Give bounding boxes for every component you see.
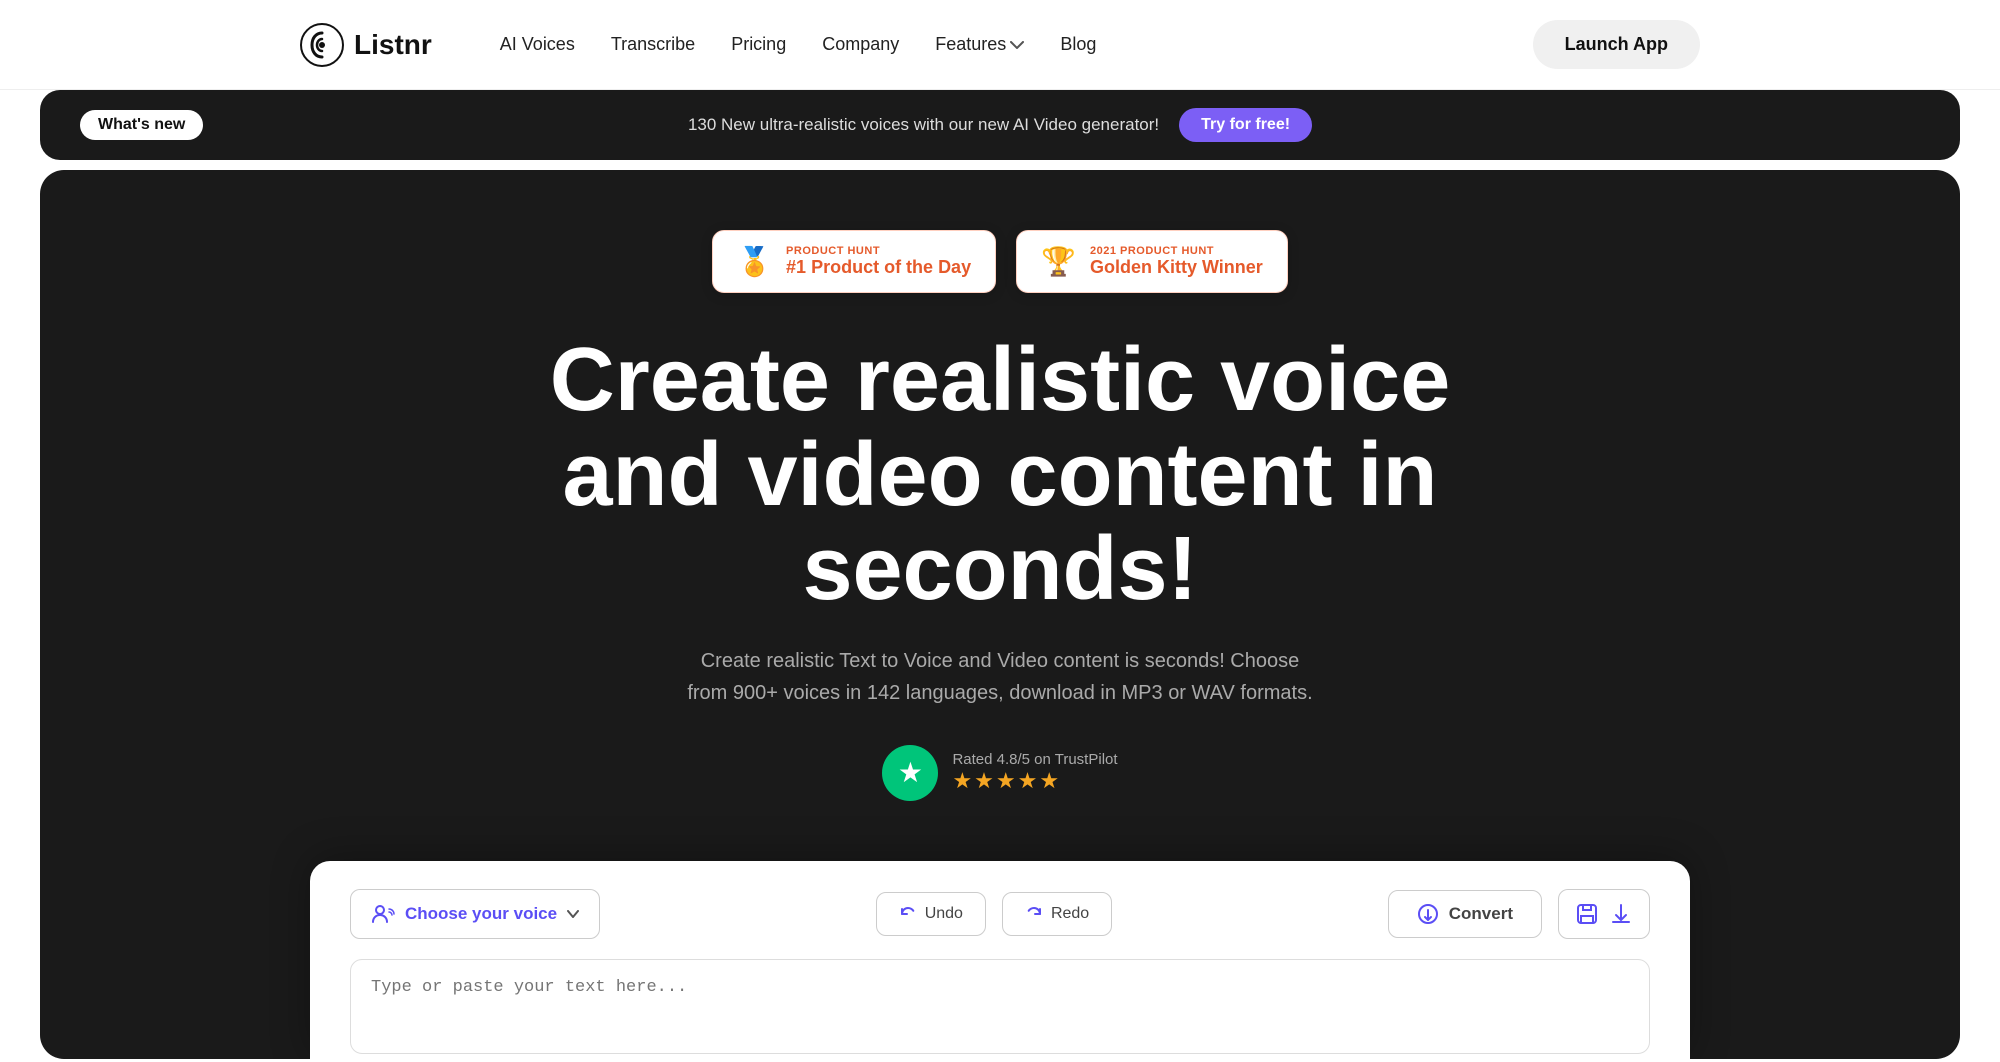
hero-section: 🏅 PRODUCT HUNT #1 Product of the Day 🏆 2… [40,170,1960,1059]
star-rating: ★★★★★ [952,768,1117,794]
award-badges: 🏅 PRODUCT HUNT #1 Product of the Day 🏆 2… [712,230,1288,293]
product-hunt-badge: 🏅 PRODUCT HUNT #1 Product of the Day [712,230,996,293]
hero-subtitle: Create realistic Text to Voice and Video… [680,645,1320,709]
trustpilot-text: Rated 4.8/5 on TrustPilot [952,751,1117,768]
save-button[interactable] [1558,889,1650,939]
trustpilot-logo: ★ [882,745,938,801]
navbar: Listnr AI Voices Transcribe Pricing Comp… [0,0,2000,90]
chevron-down-icon [567,910,579,918]
undo-button[interactable]: Undo [876,892,986,936]
logo-text: Listnr [354,29,432,61]
editor-text-input[interactable] [350,959,1650,1054]
nav-features[interactable]: Features [935,34,1024,55]
convert-label: Convert [1449,904,1513,924]
undo-icon [899,905,917,923]
trustpilot-star-icon: ★ [898,756,923,789]
whats-new-badge[interactable]: What's new [80,110,203,140]
redo-label: Redo [1051,905,1089,923]
logo-icon [300,23,344,67]
golden-kitty-label: 2021 PRODUCT HUNT [1090,245,1263,257]
product-hunt-title: #1 Product of the Day [786,257,971,278]
nav-blog[interactable]: Blog [1060,34,1096,55]
nav-pricing[interactable]: Pricing [731,34,786,55]
download-icon [1609,902,1633,926]
undo-label: Undo [925,905,963,923]
choose-voice-label: Choose your voice [405,904,557,924]
save-icon [1575,902,1599,926]
voice-icon [371,902,395,926]
trustpilot-info: Rated 4.8/5 on TrustPilot ★★★★★ [952,751,1117,794]
nav-ai-voices[interactable]: AI Voices [500,34,575,55]
redo-button[interactable]: Redo [1002,892,1112,936]
nav-links: AI Voices Transcribe Pricing Company Fea… [500,34,1097,55]
choose-voice-button[interactable]: Choose your voice [350,889,600,939]
product-hunt-label: PRODUCT HUNT [786,245,971,257]
nav-transcribe[interactable]: Transcribe [611,34,695,55]
nav-right: Launch App [1533,20,1700,69]
golden-kitty-title: Golden Kitty Winner [1090,257,1263,278]
redo-icon [1025,905,1043,923]
golden-kitty-icon: 🏆 [1041,245,1076,278]
editor-panel: Choose your voice Undo [310,861,1690,1059]
golden-kitty-badge: 🏆 2021 PRODUCT HUNT Golden Kitty Winner [1016,230,1288,293]
launch-app-button[interactable]: Launch App [1533,20,1700,69]
editor-toolbar: Choose your voice Undo [350,889,1650,939]
product-hunt-icon: 🏅 [737,245,772,278]
announcement-text: 130 New ultra-realistic voices with our … [688,115,1159,135]
chevron-down-icon [1010,41,1024,49]
logo[interactable]: Listnr [300,23,432,67]
try-for-free-button[interactable]: Try for free! [1179,108,1312,142]
convert-icon [1417,903,1439,925]
convert-button[interactable]: Convert [1388,890,1542,938]
hero-title: Create realistic voice and video content… [500,333,1500,617]
announcement-bar: What's new 130 New ultra-realistic voice… [40,90,1960,160]
nav-company[interactable]: Company [822,34,899,55]
trustpilot-rating: ★ Rated 4.8/5 on TrustPilot ★★★★★ [882,745,1117,801]
